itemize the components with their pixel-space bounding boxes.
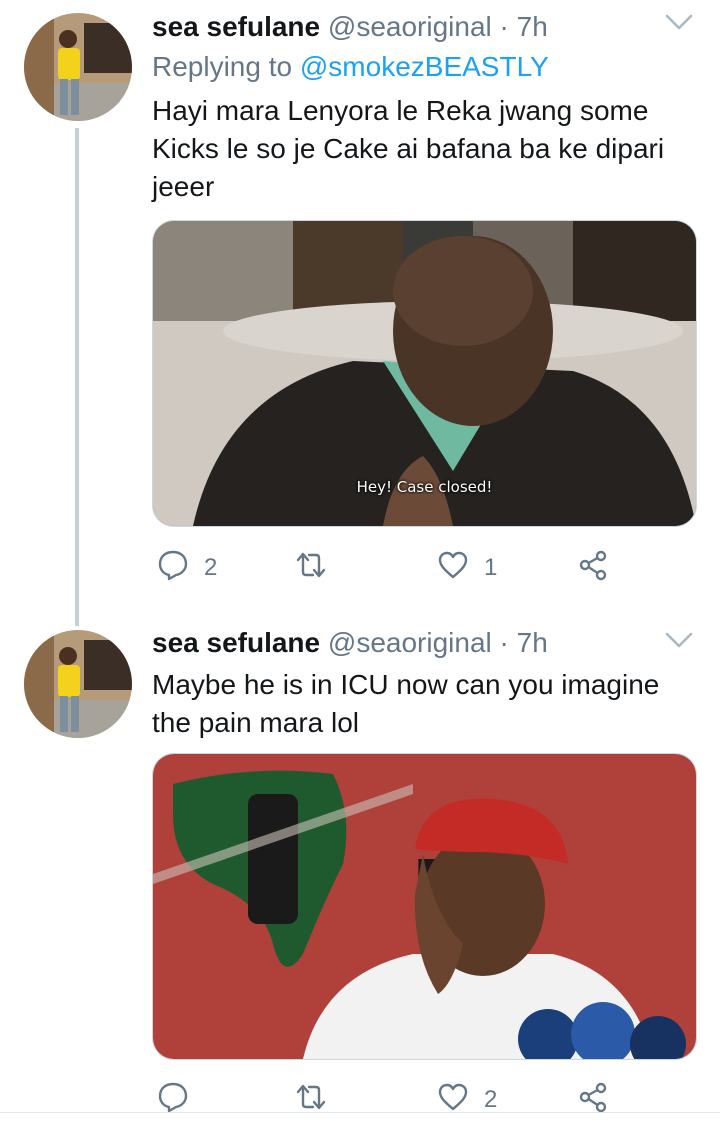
tweet-actions: 2 — [152, 1080, 712, 1120]
user-handle[interactable]: @seaoriginal — [328, 11, 492, 42]
replying-to: Replying to @smokezBEASTLY — [152, 50, 549, 84]
media-caption: Hey! Case closed! — [356, 478, 493, 496]
tweet[interactable]: sea sefulane @seaoriginal · 7h Replying … — [0, 0, 720, 626]
avatar[interactable] — [24, 630, 132, 738]
heart-icon — [436, 1080, 470, 1121]
separator-dot: · — [499, 11, 509, 42]
tweet-text: Maybe he is in ICU now can you imagine t… — [152, 669, 660, 738]
chevron-down-icon[interactable] — [664, 630, 694, 650]
tweet-text: Hayi mara Lenyora le Reka jwang some Kic… — [152, 95, 665, 202]
tweet-media-image[interactable]: E — [152, 753, 697, 1060]
reply-button[interactable] — [156, 1080, 204, 1120]
replying-to-handle[interactable]: @smokezBEASTLY — [300, 51, 549, 82]
separator-dot: · — [499, 627, 509, 658]
retweet-button[interactable] — [294, 1080, 342, 1120]
like-button[interactable]: 2 — [436, 1080, 497, 1120]
replying-to-label: Replying to — [152, 51, 293, 82]
share-button[interactable] — [576, 1080, 610, 1120]
thread-connector-line — [75, 128, 79, 626]
bottom-divider — [0, 1112, 720, 1113]
media-picture: E — [153, 754, 696, 1059]
tweet-header: sea sefulane @seaoriginal · 7h — [152, 626, 548, 660]
tweet-media-image[interactable]: Hey! Case closed! — [152, 220, 697, 527]
tweet-actions: 2 1 — [152, 548, 712, 588]
retweet-button[interactable] — [294, 548, 342, 588]
avatar[interactable] — [24, 13, 132, 121]
timestamp[interactable]: 7h — [517, 11, 548, 42]
user-handle[interactable]: @seaoriginal — [328, 627, 492, 658]
retweet-icon — [294, 548, 328, 589]
retweet-icon — [294, 1080, 328, 1121]
tweet[interactable]: sea sefulane @seaoriginal · 7h Maybe he … — [0, 620, 720, 1117]
reply-icon — [156, 548, 190, 589]
like-count: 2 — [484, 1086, 498, 1113]
tweet-header: sea sefulane @seaoriginal · 7h — [152, 10, 548, 44]
reply-icon — [156, 1080, 190, 1121]
timestamp[interactable]: 7h — [517, 627, 548, 658]
share-icon — [576, 1080, 610, 1121]
chevron-down-icon[interactable] — [664, 12, 694, 32]
heart-icon — [436, 548, 470, 589]
like-count: 1 — [484, 554, 498, 581]
share-icon — [576, 548, 610, 589]
reply-button[interactable]: 2 — [156, 548, 217, 588]
reply-count: 2 — [204, 554, 218, 581]
display-name[interactable]: sea sefulane — [152, 627, 320, 658]
display-name[interactable]: sea sefulane — [152, 11, 320, 42]
share-button[interactable] — [576, 548, 610, 588]
like-button[interactable]: 1 — [436, 548, 497, 588]
